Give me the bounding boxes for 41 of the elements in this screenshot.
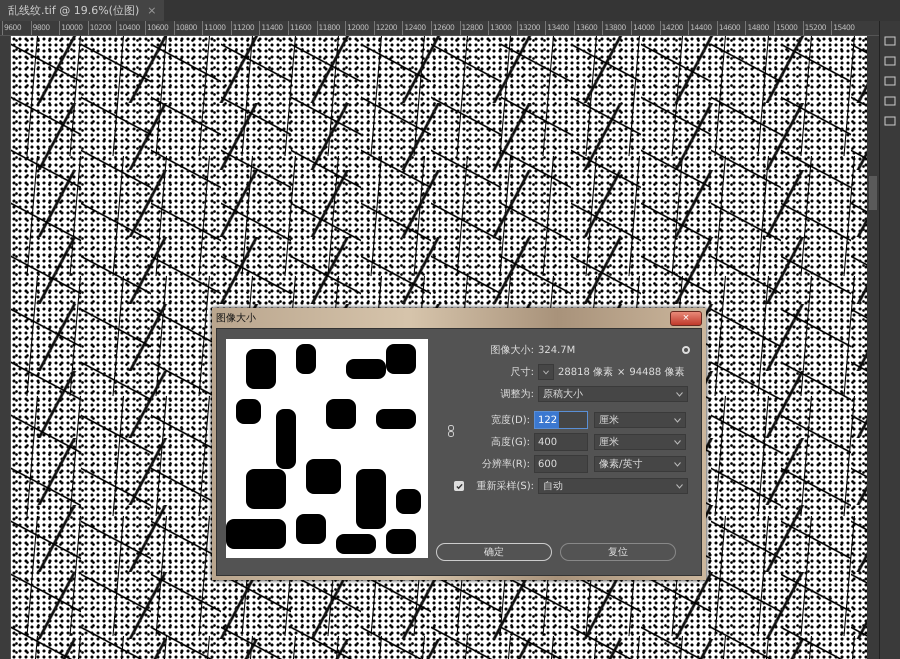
- panel-icon[interactable]: [884, 35, 896, 47]
- dimension-value: 94488 像素: [629, 366, 684, 379]
- field-label: 调整为:: [500, 388, 534, 401]
- number-input[interactable]: 122: [534, 411, 588, 429]
- caret-icon: [676, 484, 683, 488]
- times-sign: ×: [617, 366, 626, 378]
- field-label: 图像大小:: [490, 344, 534, 357]
- fit-to-dropdown[interactable]: 原稿大小: [538, 386, 688, 402]
- ok-button[interactable]: 确定: [436, 543, 552, 561]
- checkbox[interactable]: [454, 481, 464, 491]
- document-tab[interactable]: 乱线纹.tif @ 19.6%(位图) ×: [0, 0, 164, 21]
- dimension-value: 28818 像素: [558, 366, 613, 379]
- dimensions-dropdown[interactable]: [538, 364, 554, 380]
- unit-dropdown[interactable]: 厘米: [594, 412, 686, 428]
- field-label: 重新采样(S):: [475, 480, 534, 493]
- dialog-title: 图像大小: [216, 312, 256, 325]
- caret-icon: [676, 392, 683, 396]
- caret-icon: [674, 440, 681, 444]
- caret-icon: [674, 462, 681, 466]
- panel-icon[interactable]: [884, 55, 896, 67]
- caret-icon: [543, 370, 549, 374]
- panel-icon[interactable]: [884, 95, 896, 107]
- field-label: 分辨率(R):: [480, 458, 530, 471]
- field-label: 宽度(D):: [490, 414, 530, 427]
- field-label: 尺寸:: [510, 366, 534, 379]
- number-input[interactable]: 600: [534, 455, 588, 473]
- unit-dropdown[interactable]: 厘米: [594, 434, 686, 450]
- settings-icon[interactable]: [681, 345, 691, 355]
- reset-button[interactable]: 复位: [560, 543, 676, 561]
- caret-icon: [674, 418, 681, 422]
- field-label: 高度(G):: [490, 436, 530, 449]
- tab-title: 乱线纹.tif @ 19.6%(位图): [8, 3, 140, 18]
- unit-dropdown[interactable]: 像素/英寸: [594, 456, 686, 472]
- scrollbar-thumb[interactable]: [869, 176, 877, 210]
- resample-dropdown[interactable]: 自动: [538, 478, 688, 494]
- scrollbar[interactable]: [867, 36, 879, 659]
- number-input[interactable]: 400: [534, 433, 588, 451]
- panel-icon[interactable]: [884, 115, 896, 127]
- image-size-value: 324.7M: [538, 344, 576, 356]
- panel-icon[interactable]: [884, 75, 896, 87]
- link-icon[interactable]: [448, 425, 454, 437]
